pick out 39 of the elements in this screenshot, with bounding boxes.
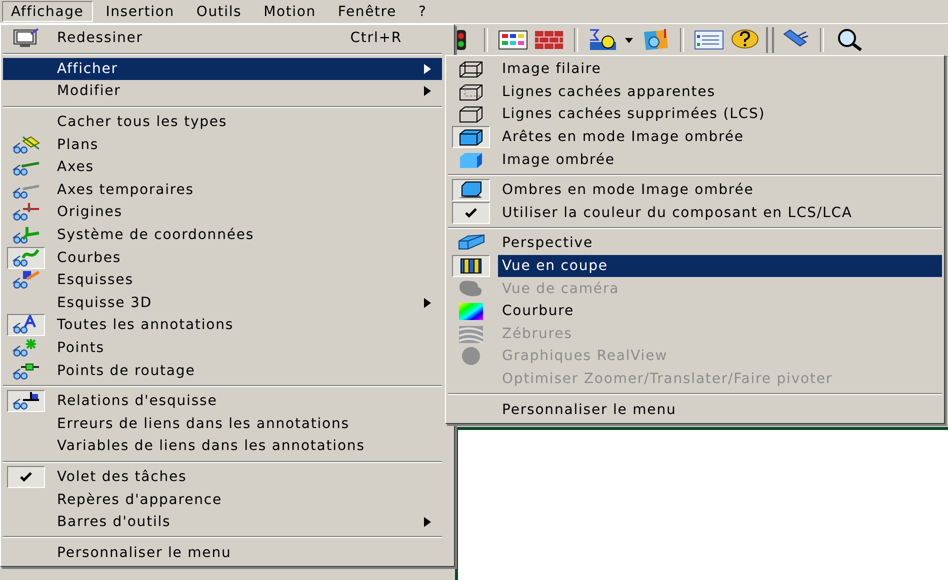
menu-item[interactable]: Esquisses: [53, 268, 442, 292]
menu-bar-item[interactable]: Motion: [254, 1, 325, 22]
menu-item[interactable]: Ombres en mode Image ombrée: [498, 178, 942, 202]
menu-item[interactable]: Toutes les annotations: [53, 314, 442, 337]
menu-item[interactable]: Erreurs de liens dans les annotations: [53, 412, 442, 436]
menu-item[interactable]: Axes: [53, 156, 442, 179]
menu-bar-item[interactable]: Insertion: [96, 1, 184, 22]
menu-item[interactable]: Image filaire: [498, 58, 942, 81]
menu-bar-item[interactable]: Fenêtre: [328, 1, 406, 22]
menu-item[interactable]: Redessiner Ctrl+R: [53, 27, 442, 50]
menu-bar-item[interactable]: Outils: [187, 1, 251, 22]
menu-item[interactable]: Points: [53, 336, 442, 360]
menu-item[interactable]: Courbes: [53, 246, 442, 269]
menu-item[interactable]: Lignes cachées apparentes: [498, 80, 942, 104]
menu-item[interactable]: Modifier: [53, 80, 442, 103]
menu-item[interactable]: Repères d'apparence: [53, 488, 442, 511]
menu-item[interactable]: Barres d'outils: [53, 510, 442, 534]
menu-item[interactable]: Courbure: [498, 300, 942, 323]
menu-item[interactable]: Utiliser la couleur du composant en LCS/LCA: [498, 202, 942, 224]
menu-item[interactable]: Esquisse 3D: [53, 292, 442, 314]
menu-item[interactable]: Vue en coupe: [498, 254, 942, 278]
menu-item[interactable]: Axes temporaires: [53, 178, 442, 202]
menu-item[interactable]: Lignes cachées supprimées (LCS): [498, 103, 942, 126]
menu-item[interactable]: Variables de liens dans les annotations: [53, 435, 442, 458]
menu-item[interactable]: Système de coordonnées: [53, 224, 442, 246]
menu-item[interactable]: Relations d'esquisse: [53, 390, 442, 412]
menu-item[interactable]: Arêtes en mode Image ombrée: [498, 126, 942, 148]
menu-item[interactable]: Cacher tous les types: [53, 110, 442, 134]
menu-bar-item[interactable]: ?: [409, 1, 436, 22]
menu-bar-item[interactable]: Affichage: [2, 1, 93, 22]
menu-item[interactable]: Perspective: [498, 232, 942, 255]
menu-item[interactable]: Image ombrée: [498, 148, 942, 171]
shortcut-label: Ctrl+R: [350, 30, 402, 46]
menu-item[interactable]: Origines: [53, 201, 442, 224]
menu-item[interactable]: Personnaliser le menu: [53, 541, 442, 564]
menu-item[interactable]: Points de routage: [53, 359, 442, 382]
menu-item[interactable]: Personnaliser le menu: [498, 398, 942, 421]
menu-item[interactable]: Plans: [53, 133, 442, 156]
menu-item[interactable]: Volet des tâches: [53, 466, 442, 488]
